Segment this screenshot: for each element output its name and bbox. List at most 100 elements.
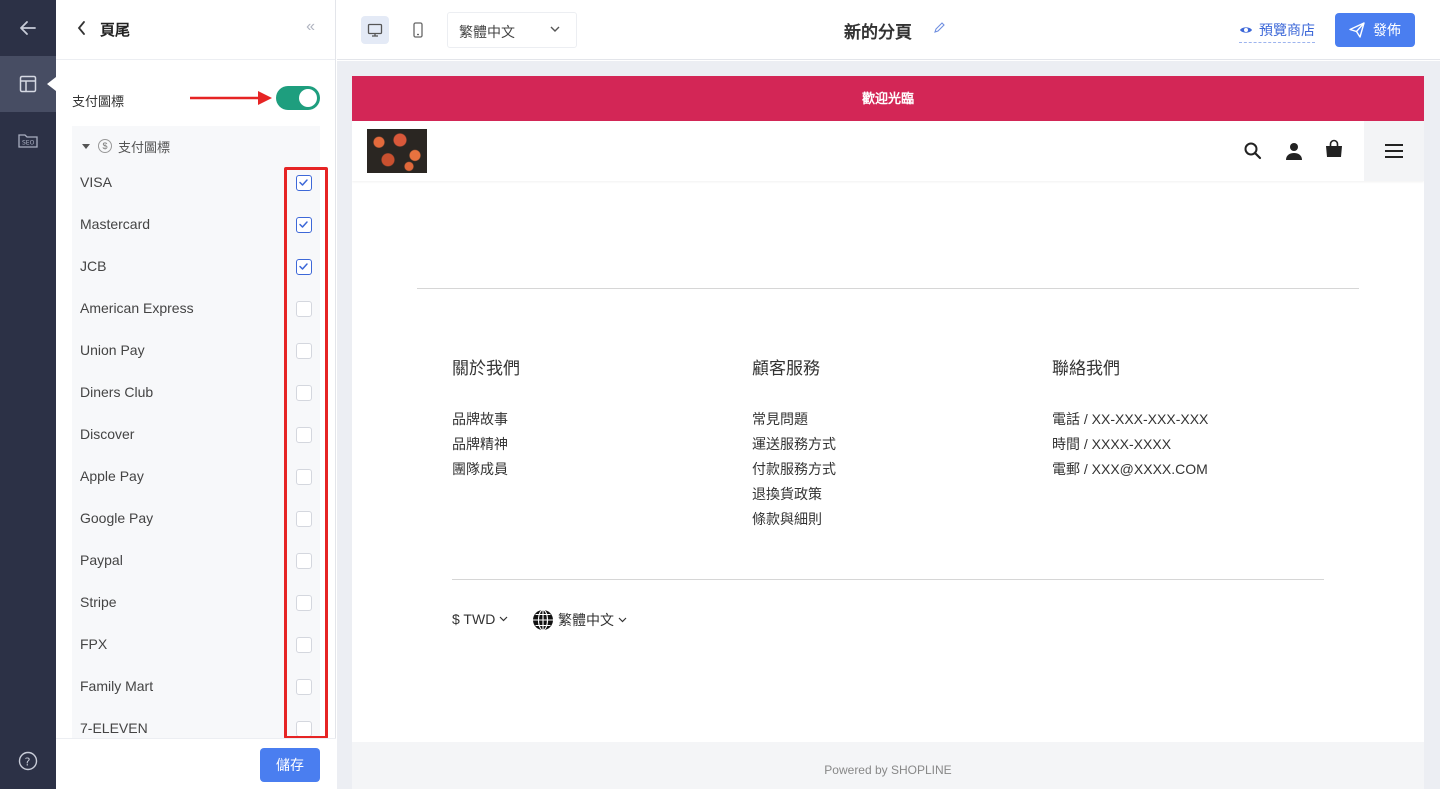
footer-link[interactable]: 電郵 / XXX@XXXX.COM — [1052, 457, 1208, 482]
publish-button[interactable]: 發佈 — [1335, 13, 1415, 47]
footer-bottom-divider — [452, 579, 1324, 580]
mobile-view-button[interactable] — [404, 16, 432, 44]
payment-icons-toggle-row: 支付圖標 — [72, 84, 320, 114]
store-logo[interactable] — [367, 129, 427, 173]
seo-nav-button[interactable]: SEO — [0, 112, 56, 168]
globe-icon — [533, 609, 553, 631]
footer-link[interactable]: 品牌故事 — [452, 407, 520, 432]
hamburger-menu-button[interactable] — [1364, 121, 1424, 181]
help-button[interactable]: ? — [0, 733, 56, 789]
footer-column: 聯絡我們電話 / XX-XXX-XXX-XXX 時間 / XXXX-XXXX 電郵 … — [1052, 354, 1208, 482]
collapse-panel-icon[interactable]: « — [306, 18, 315, 36]
footer-column: 顧客服務常見問題 運送服務方式 付款服務方式 退換貨政策 條款與細則 — [752, 354, 836, 532]
svg-text:?: ? — [25, 756, 31, 769]
panel-header: 頁尾 « — [56, 0, 335, 60]
payment-name: Mastercard — [80, 216, 151, 232]
publish-label: 發佈 — [1373, 22, 1401, 38]
footer-link[interactable]: 時間 / XXXX-XXXX — [1052, 432, 1208, 457]
preview-store-label: 預覽商店 — [1259, 22, 1315, 38]
payment-row: Mastercard — [72, 204, 320, 246]
panel-title: 頁尾 — [100, 22, 131, 39]
currency-selector[interactable]: $ TWD — [452, 611, 508, 627]
payment-row: FPX — [72, 624, 320, 666]
payment-row: JCB — [72, 246, 320, 288]
layout-nav-button[interactable] — [0, 56, 56, 112]
caret-down-icon — [82, 143, 90, 149]
settings-panel: 頁尾 « 支付圖標 $ 支付圖標 VISA Mastercard JCB Americ… — [56, 0, 336, 789]
pencil-edit-icon[interactable] — [933, 22, 945, 34]
layout-icon — [19, 75, 37, 93]
language-select[interactable]: 繁體中文 — [447, 12, 577, 48]
svg-text:SEO: SEO — [22, 140, 35, 147]
footer-language-value: 繁體中文 — [558, 612, 614, 628]
left-rail: SEO ? — [0, 0, 56, 789]
desktop-view-button[interactable] — [361, 16, 389, 44]
powered-by-bar: Powered by SHOPLINE — [352, 742, 1424, 789]
footer-link-list: 電話 / XX-XXX-XXX-XXX 時間 / XXXX-XXXX 電郵 / XX… — [1052, 407, 1208, 482]
payment-icons-switch[interactable] — [276, 86, 320, 110]
mobile-icon — [413, 22, 423, 38]
payment-group-header[interactable]: $ 支付圖標 — [80, 136, 170, 156]
page-title: 新的分頁 — [844, 23, 912, 42]
payment-row: Diners Club — [72, 372, 320, 414]
desktop-icon — [367, 23, 383, 37]
payment-row: Stripe — [72, 582, 320, 624]
panel-footer: 儲存 — [56, 738, 336, 789]
save-button[interactable]: 儲存 — [260, 748, 320, 782]
hamburger-menu-icon — [1385, 144, 1403, 158]
announcement-bar: 歡迎光臨 — [352, 76, 1424, 121]
payment-name: JCB — [80, 258, 107, 274]
payment-name: Family Mart — [80, 678, 154, 694]
dollar-coin-icon: $ — [98, 139, 112, 153]
payment-row: Paypal — [72, 540, 320, 582]
payment-row: 7-ELEVEN — [72, 708, 320, 738]
user-icon[interactable] — [1284, 141, 1304, 161]
chevron-down-icon — [618, 617, 627, 623]
payment-name: Union Pay — [80, 342, 145, 358]
shopping-bag-icon[interactable] — [1324, 139, 1344, 159]
payment-name: VISA — [80, 174, 112, 190]
red-arrow-annotation-icon — [190, 91, 272, 105]
group-label: 支付圖標 — [118, 139, 171, 155]
footer-column-title: 聯絡我們 — [1052, 359, 1120, 378]
search-icon[interactable] — [1243, 141, 1263, 161]
payment-row: VISA — [72, 162, 320, 204]
checkbox-highlight-box — [284, 167, 328, 739]
footer-link[interactable]: 運送服務方式 — [752, 432, 836, 457]
payment-name: Discover — [80, 426, 135, 442]
footer-link[interactable]: 退換貨政策 — [752, 482, 836, 507]
footer-link[interactable]: 品牌精神 — [452, 432, 520, 457]
payment-name: Paypal — [80, 552, 123, 568]
editor-topbar: 繁體中文 新的分頁 預覽商店 發佈 — [337, 0, 1440, 60]
payment-name: Google Pay — [80, 510, 154, 526]
footer-link[interactable]: 條款與細則 — [752, 507, 836, 532]
payment-name: Diners Club — [80, 384, 154, 400]
payment-name: Stripe — [80, 594, 117, 610]
payment-row: Union Pay — [72, 330, 320, 372]
chevron-down-icon — [550, 26, 560, 32]
footer-column: 關於我們 品牌故事 品牌精神 團隊成員 — [452, 354, 520, 482]
store-preview: 歡迎光臨 關於我們 品牌故事 品牌精神 團隊成員 顧客服務常見問題 運送服務方式 付款服務方… — [352, 76, 1424, 789]
footer-language-selector[interactable]: 繁體中文 — [532, 609, 627, 631]
payment-name: Apple Pay — [80, 468, 144, 484]
toggle-label: 支付圖標 — [72, 94, 125, 109]
back-arrow-button[interactable] — [0, 0, 56, 56]
payment-icons-list: $ 支付圖標 VISA Mastercard JCB American Express… — [72, 126, 320, 738]
footer-link[interactable]: 常見問題 — [752, 407, 836, 432]
preview-store-link[interactable]: 預覽商店 — [1239, 20, 1315, 43]
footer-link[interactable]: 付款服務方式 — [752, 457, 836, 482]
footer-link[interactable]: 團隊成員 — [452, 457, 520, 482]
preview-canvas: 歡迎光臨 關於我們 品牌故事 品牌精神 團隊成員 顧客服務常見問題 運送服務方式 付款服務方… — [337, 61, 1440, 789]
currency-value: $ TWD — [452, 611, 496, 627]
payment-row: American Express — [72, 288, 320, 330]
footer-column-title: 顧客服務 — [752, 359, 820, 378]
footer-top-divider — [417, 288, 1359, 289]
payment-row: Apple Pay — [72, 456, 320, 498]
payment-row: Family Mart — [72, 666, 320, 708]
footer-link-list: 品牌故事 品牌精神 團隊成員 — [452, 407, 520, 482]
payment-row: Discover — [72, 414, 320, 456]
chevron-left-icon[interactable] — [76, 20, 88, 36]
arrow-left-icon — [20, 21, 36, 35]
footer-link[interactable]: 電話 / XX-XXX-XXX-XXX — [1052, 407, 1208, 432]
payment-name: 7-ELEVEN — [80, 720, 148, 736]
